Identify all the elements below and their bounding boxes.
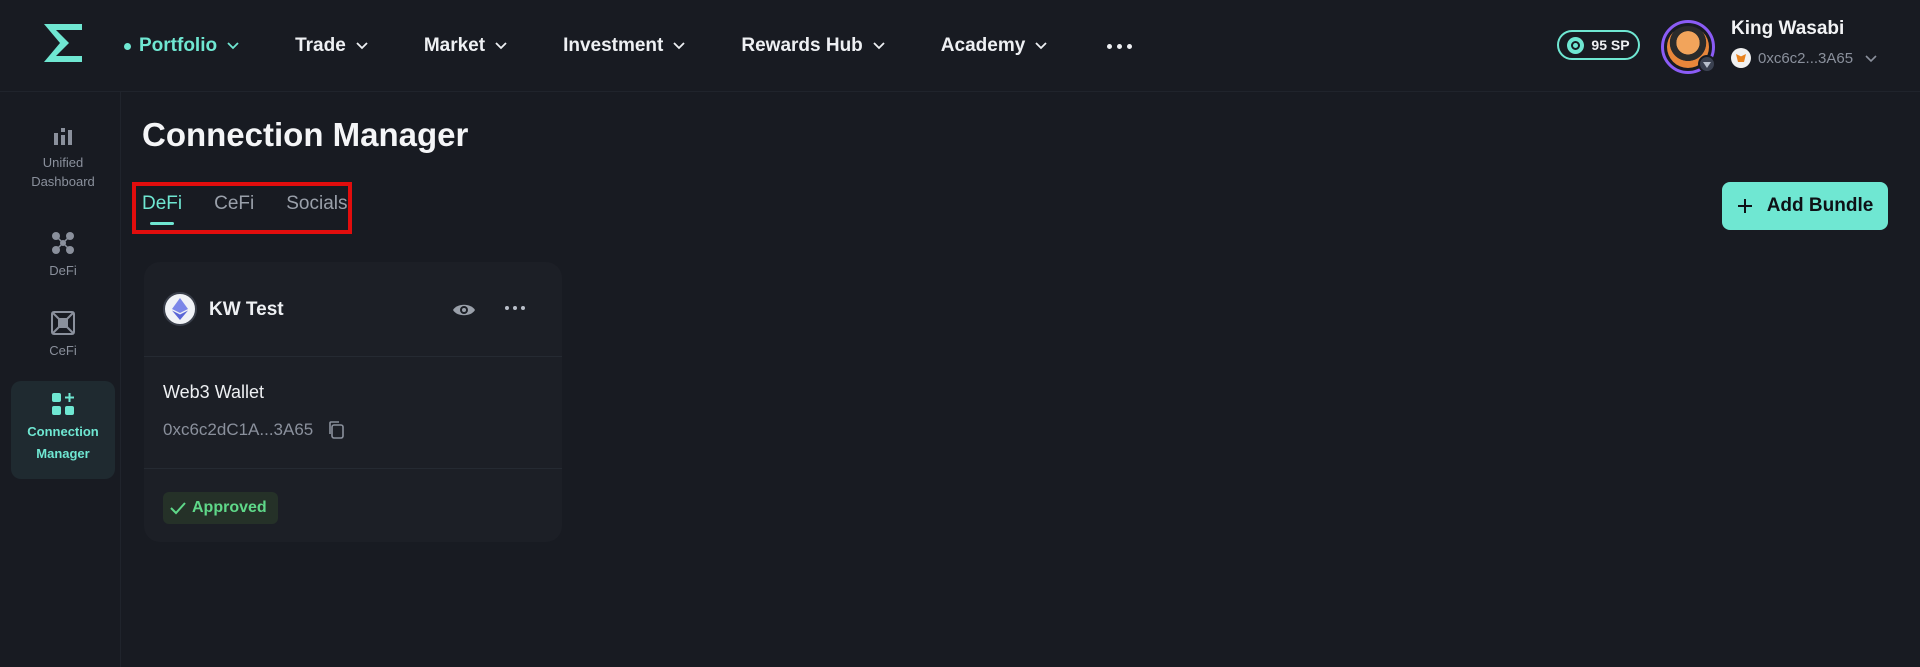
sp-points-badge[interactable]: 95 SP <box>1557 30 1640 60</box>
nav-trade-label: Trade <box>295 35 346 56</box>
nav-academy[interactable]: Academy <box>941 35 1048 57</box>
card-divider <box>144 468 562 469</box>
status-badge: Approved <box>163 492 278 524</box>
nav-rewards-hub[interactable]: Rewards Hub <box>741 35 885 57</box>
page-title: Connection Manager <box>142 116 469 153</box>
logo-icon[interactable] <box>40 20 86 66</box>
user-wallet-address: 0xc6c2...3A65 <box>1758 49 1854 67</box>
sp-points-label: 95 SP <box>1591 37 1630 53</box>
active-dot-icon <box>124 42 131 50</box>
connection-tabs: DeFi CeFi Socials <box>142 193 348 225</box>
chevron-down-icon <box>356 42 368 50</box>
bundle-card-header: KW Test <box>144 262 562 357</box>
chevron-down-icon <box>495 42 507 50</box>
eye-icon[interactable] <box>451 297 477 323</box>
add-bundle-button[interactable]: Add Bundle <box>1722 182 1888 230</box>
nav-academy-label: Academy <box>940 35 1026 56</box>
nav-rewards-hub-label: Rewards Hub <box>741 35 863 56</box>
user-name[interactable]: King Wasabi <box>1731 18 1844 40</box>
status-badge-label: Approved <box>192 499 267 516</box>
nav-portfolio[interactable]: Portfolio <box>124 35 239 57</box>
top-navigation-bar: Portfolio Trade Market Investment Reward… <box>0 0 1920 92</box>
wallet-address-row: 0xc6c2dC1A...3A65 <box>163 420 345 440</box>
avatar[interactable] <box>1661 20 1716 74</box>
nav-investment[interactable]: Investment <box>563 35 686 57</box>
account-chevron-down-icon[interactable] <box>1865 55 1877 63</box>
sidebar-item-label: DeFi <box>49 263 77 278</box>
sidebar-item-label: Manager <box>36 446 90 461</box>
add-bundle-label: Add Bundle <box>1766 195 1874 216</box>
chevron-down-icon <box>227 42 239 50</box>
tab-defi[interactable]: DeFi <box>142 193 182 225</box>
copy-icon[interactable] <box>327 420 345 440</box>
rank-badge-icon <box>1698 55 1716 73</box>
nav-portfolio-label: Portfolio <box>139 35 218 56</box>
tab-socials[interactable]: Socials <box>286 193 347 225</box>
sidebar-item-label: Connection <box>27 424 99 439</box>
check-icon <box>170 502 186 515</box>
nav-investment-label: Investment <box>563 35 664 56</box>
wallet-address: 0xc6c2dC1A...3A65 <box>163 420 314 439</box>
bundle-card: KW Test Web3 Wallet 0xc6c2dC1A...3A65 Ap… <box>144 262 562 542</box>
exchange-box-icon <box>51 311 75 335</box>
sp-coin-icon <box>1567 36 1585 54</box>
sidebar-item-label: CeFi <box>49 343 77 358</box>
nav-trade[interactable]: Trade <box>295 35 368 57</box>
metamask-icon <box>1731 48 1751 68</box>
network-nodes-icon <box>52 232 74 254</box>
bundle-title: KW Test <box>209 299 284 320</box>
bar-chart-icon <box>54 128 72 145</box>
ethereum-icon <box>163 292 197 326</box>
wallet-type: Web3 Wallet <box>163 382 265 402</box>
user-wallet[interactable]: 0xc6c2...3A65 <box>1731 48 1853 68</box>
sidebar: Unified Dashboard DeFi CeFi Connection M… <box>0 92 121 667</box>
chevron-down-icon <box>1035 42 1047 50</box>
main-nav: Portfolio Trade Market Investment Reward… <box>124 28 1136 64</box>
sidebar-item-unified-dashboard[interactable]: Unified Dashboard <box>11 124 115 204</box>
chevron-down-icon <box>873 42 885 50</box>
plus-icon <box>1737 199 1752 213</box>
sidebar-item-connection-manager[interactable]: Connection Manager <box>11 381 115 479</box>
nav-more-icon[interactable] <box>1103 38 1136 55</box>
more-options-icon[interactable] <box>505 306 525 310</box>
tab-cefi[interactable]: CeFi <box>214 193 254 225</box>
nav-market-label: Market <box>423 35 486 56</box>
sidebar-item-cefi[interactable]: CeFi <box>11 310 115 372</box>
nav-market[interactable]: Market <box>424 35 507 57</box>
sidebar-item-defi[interactable]: DeFi <box>11 230 115 290</box>
sidebar-item-label: Dashboard <box>31 174 95 189</box>
sidebar-item-label: Unified <box>42 155 84 170</box>
apps-add-icon <box>52 393 74 415</box>
chevron-down-icon <box>673 42 686 50</box>
